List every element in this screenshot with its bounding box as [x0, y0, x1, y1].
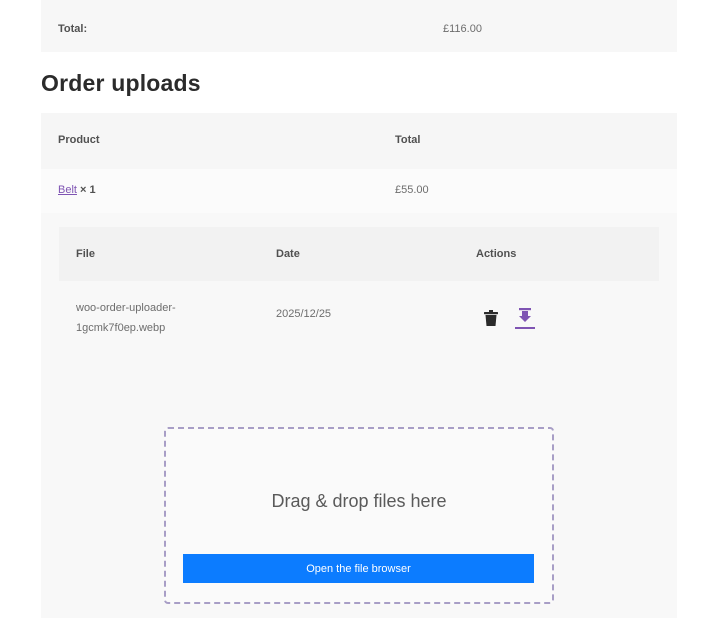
column-header-actions: Actions	[476, 248, 517, 260]
column-header-file: File	[76, 248, 95, 260]
trash-icon[interactable]	[484, 310, 498, 326]
file-name-line: woo-order-uploader-	[76, 302, 176, 314]
column-header-product: Product	[58, 134, 100, 146]
product-total: £55.00	[395, 184, 429, 196]
file-dropzone[interactable]: Drag & drop files here Open the file bro…	[164, 427, 554, 604]
product-quantity: × 1	[80, 184, 96, 196]
total-label: Total:	[58, 23, 88, 35]
file-name: woo-order-uploader- 1gcmk7f0ep.webp	[76, 298, 226, 338]
files-table-header: File Date Actions	[59, 227, 659, 281]
table-row: woo-order-uploader- 1gcmk7f0ep.webp 2025…	[59, 281, 659, 405]
column-header-date: Date	[276, 248, 300, 260]
product-cell: Belt × 1	[58, 184, 96, 196]
order-total-row: Total: £116.00	[41, 0, 677, 52]
column-header-total: Total	[395, 134, 421, 146]
total-value: £116.00	[443, 23, 482, 35]
dropzone-text: Drag & drop files here	[271, 491, 447, 511]
file-name-line: 1gcmk7f0ep.webp	[76, 322, 166, 334]
uploads-table-header: Product Total	[41, 113, 677, 169]
product-link[interactable]: Belt	[58, 184, 77, 196]
uploads-panel: File Date Actions woo-order-uploader- 1g…	[41, 213, 677, 618]
page-title: Order uploads	[41, 70, 201, 96]
download-icon[interactable]	[515, 305, 535, 331]
open-file-browser-button[interactable]: Open the file browser	[183, 554, 534, 583]
product-row: Belt × 1 £55.00	[41, 169, 677, 213]
file-date: 2025/12/25	[276, 308, 332, 320]
